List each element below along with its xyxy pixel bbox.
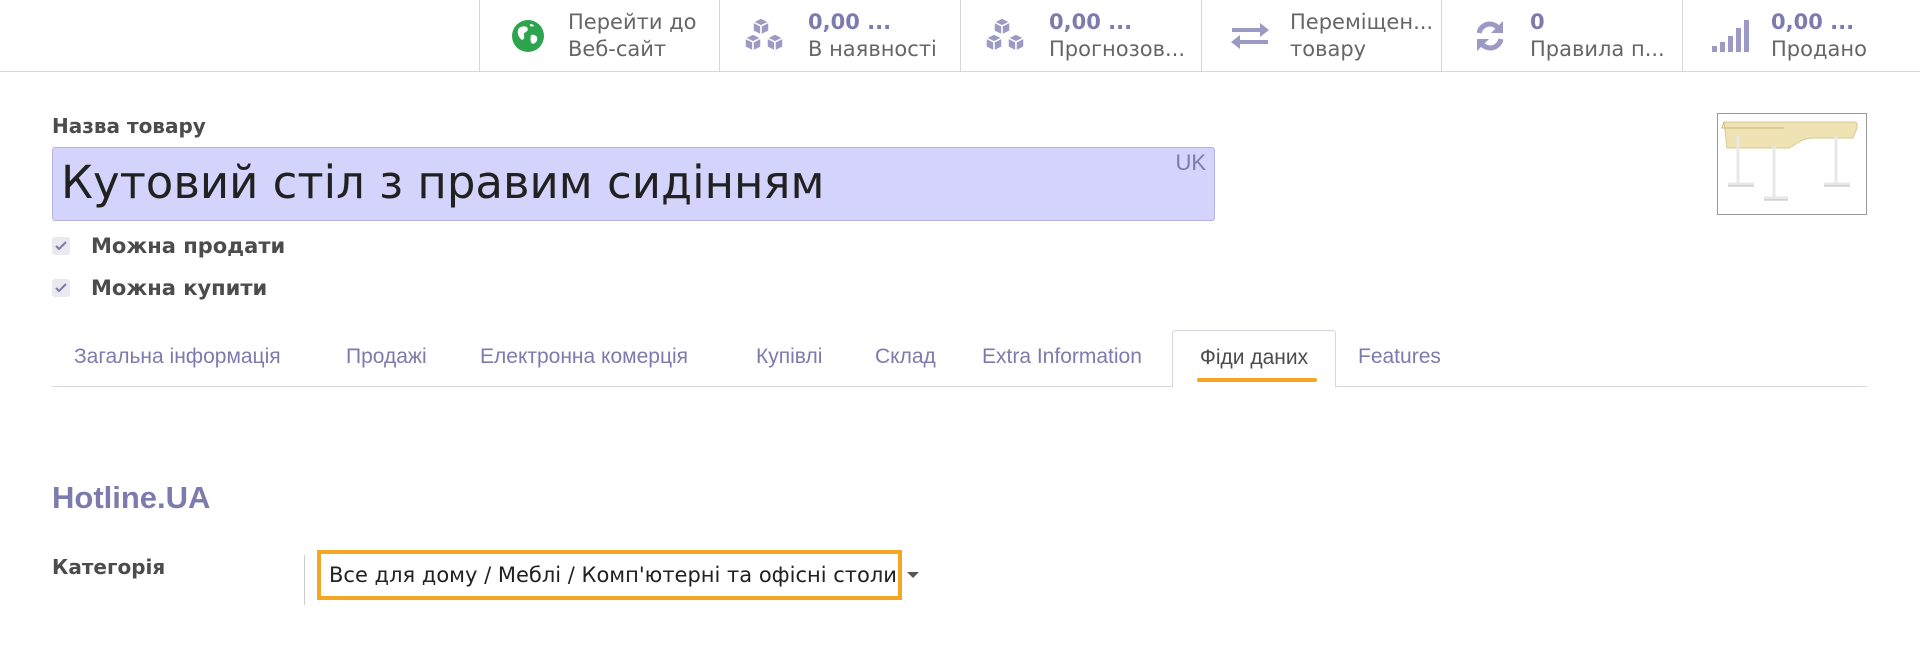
smart-button-line1: 0 [1530,9,1545,34]
tab-general-information[interactable]: Загальна інформація [74,330,281,387]
category-value: Все для дому / Меблі / Комп'ютерні та оф… [329,563,897,587]
forecasted-button[interactable]: 0,00 ... Прогнозов... [960,0,1200,71]
product-moves-button[interactable]: Переміщен... товару [1201,0,1441,71]
product-image[interactable] [1717,113,1867,215]
tab-extra-information[interactable]: Extra Information [982,330,1142,387]
can-be-sold-label: Можна продати [91,234,286,258]
tab-inventory[interactable]: Склад [875,330,936,387]
smart-button-line1: Перейти до [568,9,697,34]
smart-button-line1: Переміщен... [1290,9,1434,34]
product-name-value: Кутовий стіл з правим сидінням [61,156,825,209]
exchange-arrows-icon [1224,14,1276,58]
category-select[interactable]: Все для дому / Меблі / Комп'ютерні та оф… [317,550,919,600]
caret-down-icon [906,572,919,578]
category-label: Категорія [52,555,166,579]
active-tab-highlight [1197,378,1317,382]
can-be-purchased-row: Можна купити [52,276,267,300]
can-be-purchased-checkbox[interactable] [52,279,70,297]
check-icon [55,283,67,293]
smart-buttons-bar: Перейти до Веб-сайт 0,00 ... В наявності [0,0,1920,72]
reordering-rules-button[interactable]: 0 Правила п... [1441,0,1681,71]
on-hand-button[interactable]: 0,00 ... В наявності [719,0,959,71]
can-be-sold-row: Можна продати [52,234,285,258]
tab-purchase[interactable]: Купівлі [756,330,822,387]
smart-button-line2: Прогнозов... [1049,36,1185,61]
smart-button-line2: Продано [1771,36,1867,61]
smart-button-line1: 0,00 ... [1049,9,1133,34]
check-icon [55,241,67,251]
go-to-website-button[interactable]: Перейти до Веб-сайт [479,0,719,71]
language-toggle[interactable]: UK [1175,150,1206,176]
cubes-icon [742,14,794,58]
signal-bars-icon [1705,14,1757,58]
tab-ecommerce[interactable]: Електронна комерція [480,330,688,387]
product-name-label: Назва товару [52,114,206,138]
smart-button-line1: 0,00 ... [1771,9,1855,34]
globe-icon [502,14,554,58]
smart-button-line2: товару [1290,36,1367,61]
sold-button[interactable]: 0,00 ... Продано [1682,0,1920,71]
smart-button-line2: Веб-сайт [568,36,667,61]
tab-sales[interactable]: Продажі [346,330,427,387]
desk-image [1721,121,1858,201]
can-be-purchased-label: Можна купити [91,276,268,300]
cubes-icon [983,14,1035,58]
can-be-sold-checkbox[interactable] [52,237,70,255]
field-separator [304,555,305,605]
refresh-icon [1464,14,1516,58]
hotline-section-title: Hotline.UA [52,480,211,515]
product-name-input[interactable]: Кутовий стіл з правим сидінням UK [52,147,1215,221]
notebook-tabs: Загальна інформація Продажі Електронна к… [52,330,1867,388]
tab-features[interactable]: Features [1358,330,1441,387]
smart-button-line2: Правила п... [1530,36,1665,61]
smart-button-line2: В наявності [808,36,937,61]
smart-button-line1: 0,00 ... [808,9,892,34]
